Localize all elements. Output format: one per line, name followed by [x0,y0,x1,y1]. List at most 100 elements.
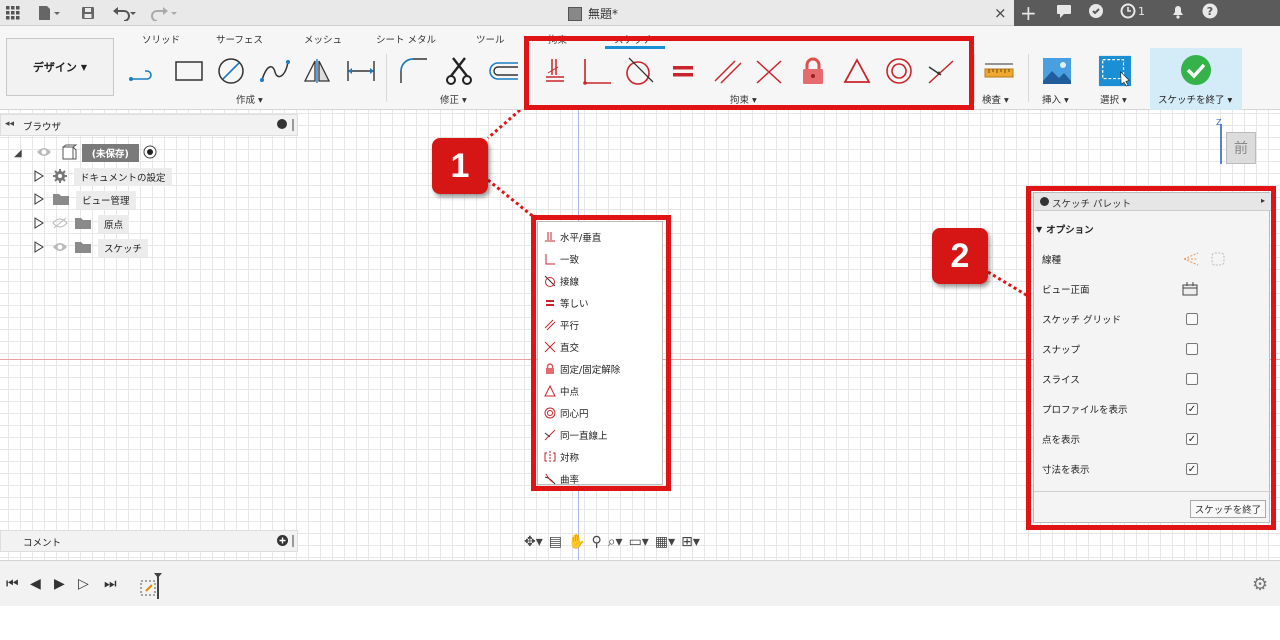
tab-surface[interactable]: サーフェス [216,32,263,46]
slice-checkbox[interactable] [1186,373,1198,385]
browser-item-named-views[interactable]: ビュー管理 [34,191,136,209]
activate-radio-icon[interactable] [143,145,157,162]
sketch-grid-checkbox[interactable] [1186,313,1198,325]
app-grid-icon[interactable] [4,4,22,22]
construction-line-icon[interactable] [1182,251,1200,270]
constraint-item[interactable]: 中点 [544,381,579,401]
rectangle-tool-icon[interactable] [172,56,206,86]
redo-icon[interactable] [148,4,182,22]
constraint-item[interactable]: 曲率 [544,469,579,489]
panel-grip-icon[interactable] [292,119,294,131]
folder-icon [52,192,70,209]
collinear-icon [544,429,556,441]
look-at-icon[interactable]: ▤ [549,534,562,550]
fit-zoom-icon[interactable]: ⌕▾ [608,534,623,550]
viewports-icon[interactable]: ⊞▾ [681,534,700,550]
browser-item-origin[interactable]: 原点 [34,215,130,233]
select-window-icon[interactable] [1098,55,1132,87]
job-status-icon[interactable] [1088,3,1104,23]
palette-expand-icon[interactable]: ▸ [1261,196,1265,205]
pan-hand-icon[interactable]: ✋ [568,534,585,550]
constraint-item[interactable]: 等しい [544,293,589,313]
add-comment-icon[interactable] [277,535,288,549]
constraint-item[interactable]: 接線 [544,271,579,291]
browser-item-document-settings[interactable]: ドキュメントの設定 [34,168,172,186]
grid-settings-icon[interactable]: ▦▾ [655,534,675,550]
group-select-label[interactable]: 選択 ▾ [1100,92,1127,106]
fillet-tool-icon[interactable] [396,56,430,86]
palette-options-section[interactable]: ▼ オプション [1036,219,1256,239]
timeline-settings-gear-icon[interactable]: ⚙ [1252,574,1268,595]
panel-grip-icon[interactable] [292,535,294,547]
display-settings-icon[interactable]: ▭▾ [629,534,649,550]
circle-tool-icon[interactable] [214,56,248,86]
constraint-item[interactable]: 平行 [544,315,579,335]
tab-solid[interactable]: ソリッド [142,32,180,46]
view-cube[interactable]: 前 [1226,132,1256,164]
workspace-switcher[interactable]: デザイン ▼ [6,38,114,96]
help-icon[interactable]: ? [1202,3,1218,23]
step-back-icon[interactable]: ◀ [30,576,41,592]
constraint-item[interactable]: 水平/垂直 [544,227,601,247]
chat-icon[interactable] [1056,3,1072,23]
group-create-label[interactable]: 作成 ▾ [236,92,263,106]
hidden-eye-icon[interactable] [52,217,68,232]
browser-minimize-icon[interactable] [277,119,287,129]
go-to-end-icon[interactable]: ⏭ [104,576,117,592]
browser-root-row[interactable]: ◢ (未保存) [14,144,157,162]
constraint-item[interactable]: 対称 [544,447,579,467]
zoom-icon[interactable]: ⚲ [591,534,601,550]
expand-triangle-icon[interactable] [34,169,44,185]
group-inspect-label[interactable]: 検査 ▾ [982,92,1009,106]
constraint-item[interactable]: 一致 [544,249,579,269]
visibility-eye-icon[interactable] [52,241,68,256]
go-to-start-icon[interactable]: ⏮ [6,576,19,592]
visibility-eye-icon[interactable] [36,146,52,161]
expand-triangle-icon[interactable] [34,192,44,208]
play-icon[interactable]: ▶ [54,576,65,592]
browser-item-sketches[interactable]: スケッチ [34,239,149,257]
collapse-browser-icon[interactable]: ◂◂ [5,119,14,129]
centerline-icon[interactable] [1210,251,1226,270]
palette-finish-sketch-button[interactable]: スケッチを終了 [1190,500,1266,518]
orbit-icon[interactable]: ✥▾ [524,534,543,550]
look-at-icon[interactable] [1182,281,1198,300]
snap-checkbox[interactable] [1186,343,1198,355]
show-dimensions-checkbox[interactable]: ✓ [1186,463,1198,475]
insert-image-icon[interactable] [1040,56,1074,86]
show-profile-checkbox[interactable]: ✓ [1186,403,1198,415]
spline-tool-icon[interactable] [258,56,292,86]
measure-ruler-icon[interactable] [982,56,1016,86]
constraint-item[interactable]: 直交 [544,337,579,357]
bell-icon[interactable] [1170,3,1186,23]
tab-sheet-metal[interactable]: シート メタル [376,32,436,46]
dimension-tool-icon[interactable] [344,56,378,86]
timeline-sketch-marker-icon[interactable] [138,571,164,604]
palette-minimize-icon[interactable] [1040,197,1049,206]
trim-scissors-icon[interactable] [442,56,476,86]
group-modify-label[interactable]: 修正 ▾ [440,92,467,106]
show-points-checkbox[interactable]: ✓ [1186,433,1198,445]
undo-icon[interactable] [110,4,140,22]
save-icon[interactable] [78,4,98,22]
group-insert-label[interactable]: 挿入 ▾ [1042,92,1069,106]
mirror-tool-icon[interactable] [300,56,334,86]
tree-label: 原点 [98,215,130,233]
expand-triangle-icon[interactable] [34,216,44,232]
document-title: 無題* [568,5,618,22]
step-forward-icon[interactable]: ▷ [78,576,89,592]
history-clock-icon[interactable] [1120,3,1136,23]
constraint-item[interactable]: 同一直線上 [544,425,608,445]
finish-sketch-button[interactable]: スケッチを終了 ▾ [1150,48,1242,110]
constraint-item[interactable]: 固定/固定解除 [544,359,620,379]
offset-tool-icon[interactable] [486,56,520,86]
constraint-item[interactable]: 同心円 [544,403,589,423]
expand-triangle-icon[interactable] [34,240,44,256]
tree-expanded-icon[interactable]: ◢ [14,148,22,159]
tab-mesh[interactable]: メッシュ [304,32,342,46]
file-menu-icon[interactable] [34,4,64,22]
line-tool-icon[interactable] [128,56,162,86]
close-tab-button[interactable]: × [994,4,1007,22]
tab-tools[interactable]: ツール [476,32,505,46]
new-tab-plus-icon[interactable]: + [1020,1,1037,25]
